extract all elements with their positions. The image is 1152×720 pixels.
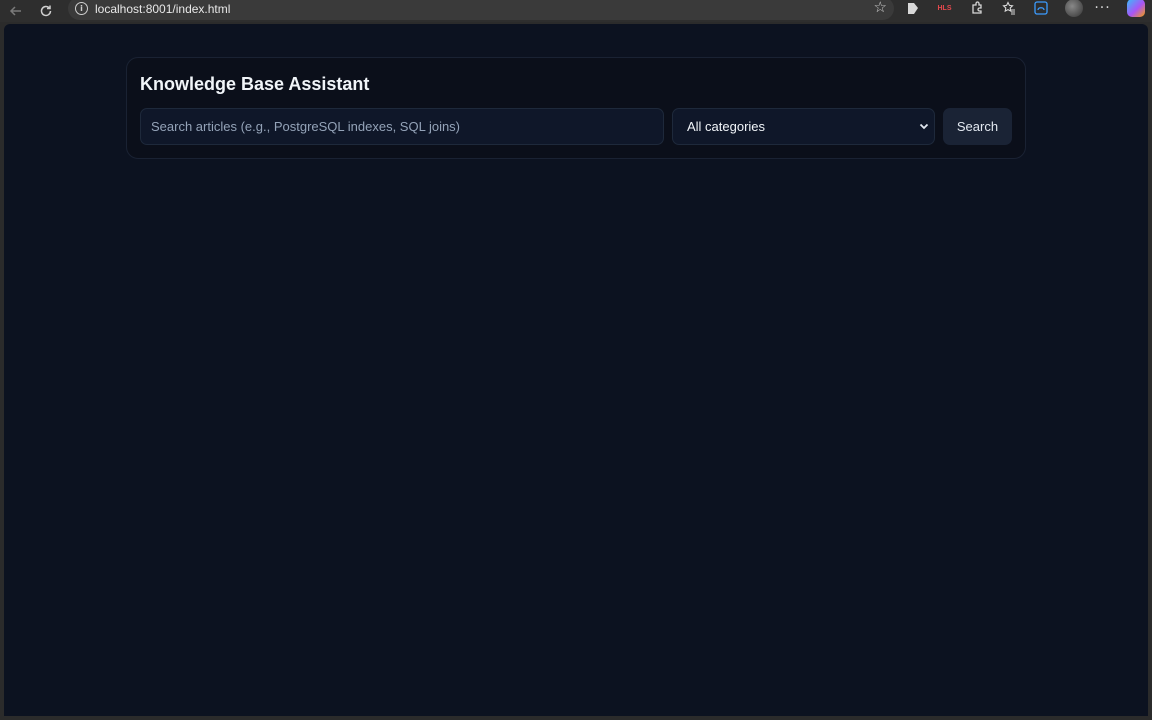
extension-puzzle-icon[interactable] (969, 1, 984, 16)
address-bar[interactable]: i localhost:8001/index.html ☆ (68, 0, 894, 20)
extension-toolbar: HLS ··· (905, 0, 1145, 17)
edge-icon[interactable] (1033, 1, 1048, 16)
page-viewport: Knowledge Base Assistant All categories … (4, 24, 1148, 716)
search-card: Knowledge Base Assistant All categories … (126, 57, 1026, 159)
url-text[interactable]: localhost:8001/index.html (95, 2, 230, 16)
chevron-down-icon (919, 123, 929, 130)
search-input[interactable] (140, 108, 664, 145)
category-select[interactable]: All categories (672, 108, 935, 145)
more-icon[interactable]: ··· (1094, 1, 1110, 16)
browser-toolbar: i localhost:8001/index.html ☆ HLS ··· (0, 0, 1152, 22)
back-icon[interactable] (5, 0, 27, 22)
favorites-icon[interactable] (1001, 1, 1016, 16)
extension-icon[interactable] (905, 1, 920, 16)
profile-avatar[interactable] (1065, 0, 1083, 17)
search-button[interactable]: Search (943, 108, 1012, 145)
info-icon[interactable]: i (75, 2, 88, 15)
page-title: Knowledge Base Assistant (140, 74, 370, 94)
copilot-icon[interactable] (1127, 0, 1145, 17)
extension-icon[interactable]: HLS (937, 1, 952, 16)
star-icon[interactable]: ☆ (874, 0, 887, 15)
category-select-value: All categories (687, 119, 766, 134)
reload-icon[interactable] (35, 0, 57, 22)
